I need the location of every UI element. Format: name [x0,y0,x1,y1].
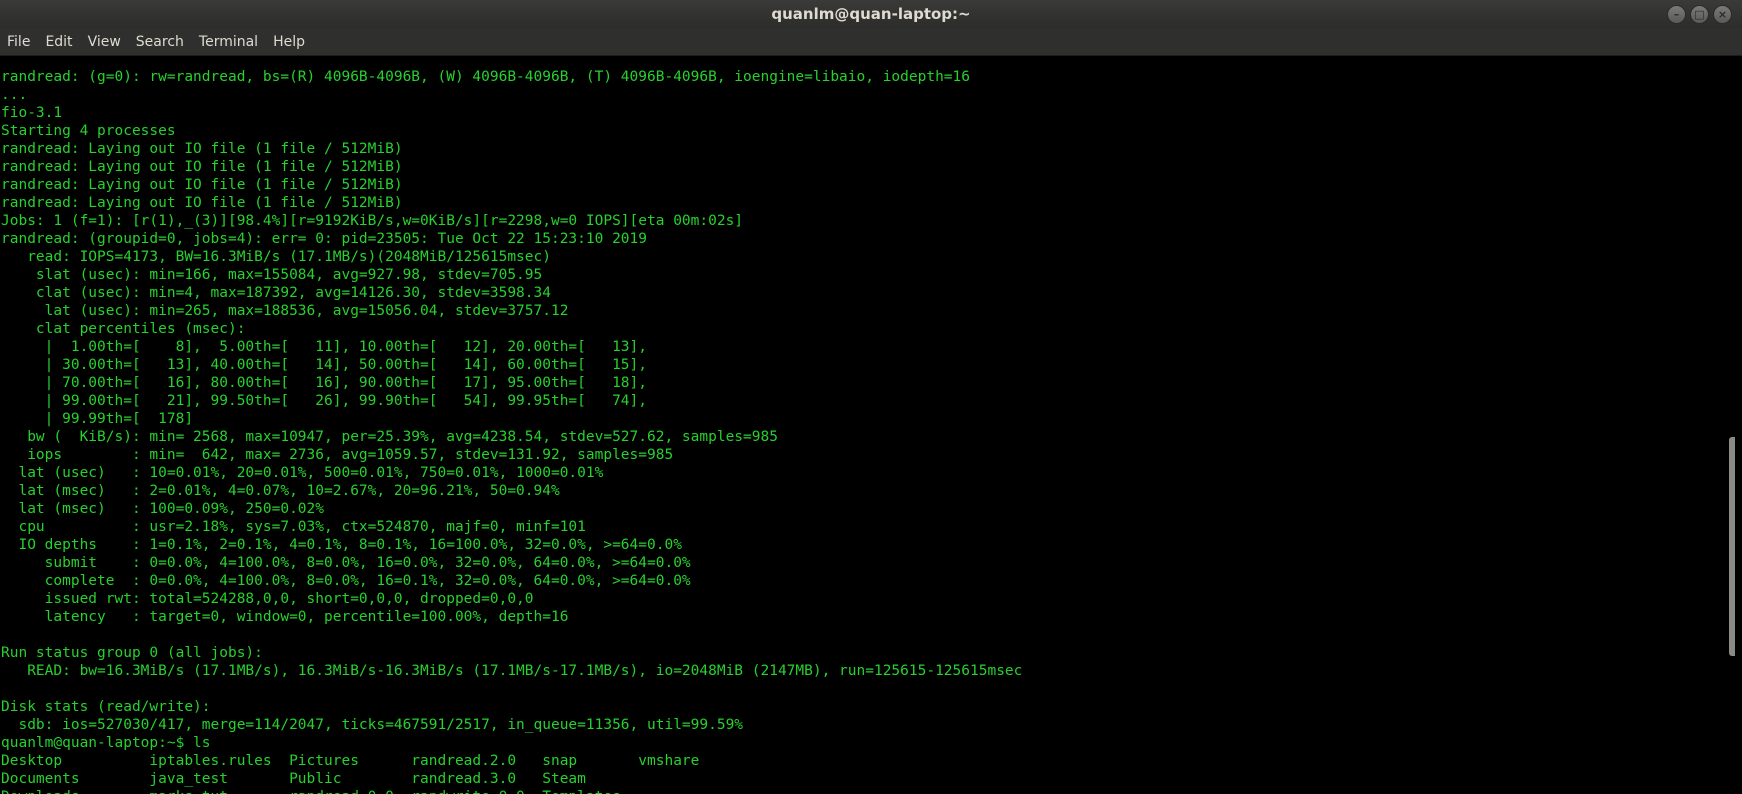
terminal-line: sdb: ios=527030/417, merge=114/2047, tic… [1,717,744,733]
minimize-icon[interactable]: – [1667,5,1686,24]
terminal-line: Jobs: 1 (f=1): [r(1),_(3)][98.4%][r=9192… [1,213,744,229]
menu-bar: File Edit View Search Terminal Help [0,28,1742,56]
menu-help[interactable]: Help [266,28,313,55]
terminal-line: clat (usec): min=4, max=187392, avg=1412… [1,285,551,301]
terminal-text: randread: (g=0): rw=randread, bs=(R) 409… [1,56,1022,794]
menu-search[interactable]: Search [129,28,192,55]
terminal-line: lat (usec) : 10=0.01%, 20=0.01%, 500=0.0… [1,465,604,481]
terminal-output[interactable]: randread: (g=0): rw=randread, bs=(R) 409… [0,56,1735,794]
terminal-line: iops : min= 642, max= 2736, avg=1059.57,… [1,447,674,463]
close-icon[interactable]: × [1713,5,1732,24]
window-controls: – □ × [1667,5,1732,24]
terminal-line: | 30.00th=[ 13], 40.00th=[ 14], 50.00th=… [1,357,648,373]
terminal-line: | 70.00th=[ 16], 80.00th=[ 16], 90.00th=… [1,375,648,391]
terminal-line: randread: Laying out IO file (1 file / 5… [1,159,403,175]
terminal-line: randread: (g=0): rw=randread, bs=(R) 409… [1,69,971,85]
menu-edit[interactable]: Edit [38,28,80,55]
terminal-line: randread: Laying out IO file (1 file / 5… [1,195,403,211]
terminal-line: read: IOPS=4173, BW=16.3MiB/s (17.1MB/s)… [1,249,551,265]
terminal-line: Starting 4 processes [1,123,176,139]
terminal-line: fio-3.1 [1,105,63,121]
terminal-line: | 1.00th=[ 8], 5.00th=[ 11], 10.00th=[ 1… [1,339,648,355]
window-title: quanlm@quan-laptop:~ [771,5,971,23]
terminal-line: issued rwt: total=524288,0,0, short=0,0,… [1,591,534,607]
terminal-line: lat (usec): min=265, max=188536, avg=150… [1,303,569,319]
terminal-line: Desktop iptables.rules Pictures randread… [1,753,700,769]
terminal-line: ... [1,87,28,103]
terminal-line: lat (msec) : 2=0.01%, 4=0.07%, 10=2.67%,… [1,483,560,499]
terminal-window: quanlm@quan-laptop:~ – □ × File Edit Vie… [0,0,1742,794]
terminal-line: bw ( KiB/s): min= 2568, max=10947, per=2… [1,429,778,445]
terminal-line: Disk stats (read/write): [1,699,211,715]
menu-view[interactable]: View [81,28,129,55]
terminal-line: Downloads marks.txt randread.0.0 randwri… [1,788,1022,794]
maximize-icon[interactable]: □ [1690,5,1709,24]
terminal-line: randread: Laying out IO file (1 file / 5… [1,141,403,157]
terminal-line: | 99.99th=[ 178] [1,411,194,427]
terminal-line: Documents java_test Public randread.3.0 … [1,771,586,787]
terminal-line: | 99.00th=[ 21], 99.50th=[ 26], 99.90th=… [1,393,648,409]
terminal-line: clat percentiles (msec): [1,321,246,337]
scrollbar-thumb[interactable] [1729,437,1735,656]
terminal-line: latency : target=0, window=0, percentile… [1,609,569,625]
terminal-line: READ: bw=16.3MiB/s (17.1MB/s), 16.3MiB/s… [1,663,1023,679]
terminal-line: complete : 0=0.0%, 4=100.0%, 8=0.0%, 16=… [1,573,691,589]
terminal-line: Run status group 0 (all jobs): [1,645,263,661]
terminal-line: randread: Laying out IO file (1 file / 5… [1,177,403,193]
terminal-line: randread: (groupid=0, jobs=4): err= 0: p… [1,231,648,247]
terminal-line: quanlm@quan-laptop:~$ ls [1,735,211,751]
terminal-line: submit : 0=0.0%, 4=100.0%, 8=0.0%, 16=0.… [1,555,691,571]
menu-terminal[interactable]: Terminal [192,28,266,55]
terminal-line: slat (usec): min=166, max=155084, avg=92… [1,267,543,283]
title-bar[interactable]: quanlm@quan-laptop:~ – □ × [0,0,1742,28]
terminal-line: IO depths : 1=0.1%, 2=0.1%, 4=0.1%, 8=0.… [1,537,682,553]
terminal-line: cpu : usr=2.18%, sys=7.03%, ctx=524870, … [1,519,586,535]
terminal-line: lat (msec) : 100=0.09%, 250=0.02% [1,501,325,517]
menu-file[interactable]: File [0,28,38,55]
